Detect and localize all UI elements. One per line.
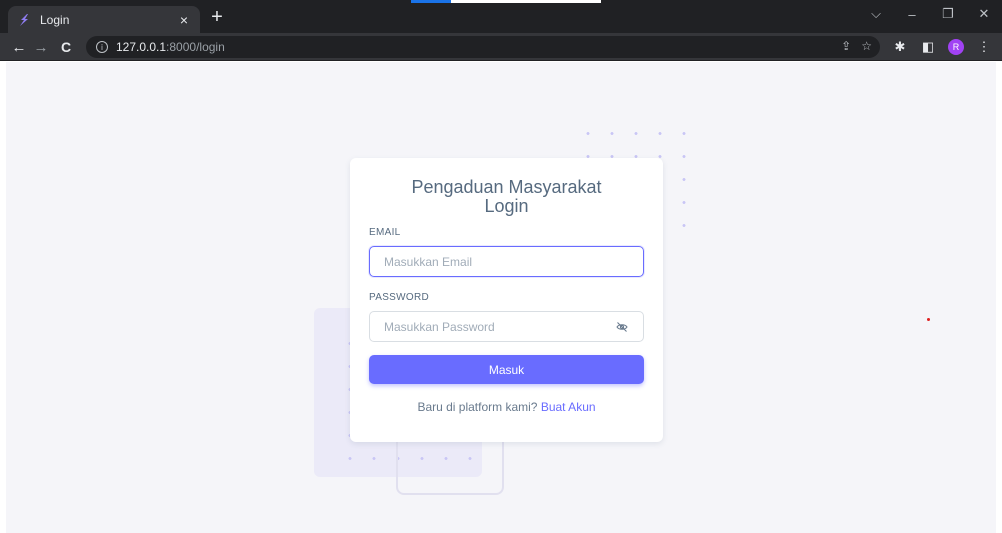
- profile-avatar[interactable]: R: [948, 39, 964, 55]
- signup-prompt: Baru di platform kami? Buat Akun: [369, 400, 644, 414]
- create-account-link[interactable]: Buat Akun: [541, 400, 596, 414]
- page-title: Pengaduan Masyarakat Login: [369, 178, 644, 216]
- cursor-dot: [927, 318, 930, 321]
- extensions-icon[interactable]: ✱: [892, 39, 908, 55]
- tab-title: Login: [40, 12, 70, 27]
- site-info-icon[interactable]: i: [96, 41, 108, 53]
- address-bar[interactable]: i 127.0.0.1 :8000/login ⇪ ☆: [86, 36, 880, 58]
- url-host: 127.0.0.1: [116, 40, 167, 54]
- eye-off-icon[interactable]: [615, 320, 629, 334]
- title-line-2: Login: [484, 196, 529, 216]
- tab-close-icon[interactable]: ×: [176, 12, 192, 28]
- password-label: PASSWORD: [369, 292, 429, 303]
- side-panel-icon[interactable]: ◧: [920, 39, 936, 55]
- title-bar: Login × + ⌵ – ❐ ✕: [0, 0, 1002, 33]
- tab-search-button[interactable]: ⌵: [858, 0, 894, 28]
- forward-button[interactable]: →: [30, 36, 52, 58]
- browser-tab[interactable]: Login ×: [8, 6, 200, 33]
- page-content: Pengaduan Masyarakat Login EMAIL Masukka…: [6, 62, 996, 533]
- back-button[interactable]: ←: [8, 36, 30, 58]
- close-window-button[interactable]: ✕: [966, 0, 1002, 28]
- loading-indicator: [411, 0, 601, 3]
- url-path: :8000/login: [166, 40, 225, 54]
- window-controls: ⌵ – ❐ ✕: [858, 0, 1002, 33]
- title-line-1: Pengaduan Masyarakat: [411, 177, 602, 197]
- new-tab-button[interactable]: +: [206, 7, 228, 29]
- email-label: EMAIL: [369, 227, 401, 238]
- bookmark-star-icon[interactable]: ☆: [861, 39, 872, 53]
- restore-button[interactable]: ❐: [930, 0, 966, 28]
- login-card: Pengaduan Masyarakat Login EMAIL Masukka…: [350, 158, 663, 442]
- browser-menu-icon[interactable]: ⋮: [976, 39, 992, 55]
- password-placeholder: Masukkan Password: [384, 319, 495, 334]
- minimize-button[interactable]: –: [894, 0, 930, 28]
- favicon-icon: [16, 12, 32, 28]
- omnibox-actions: ⇪ ☆: [841, 39, 872, 53]
- email-placeholder: Masukkan Email: [384, 254, 473, 269]
- share-icon[interactable]: ⇪: [841, 39, 851, 53]
- browser-window: Login × + ⌵ – ❐ ✕ ← → C i 127.0.0.1 :800…: [0, 0, 1002, 533]
- browser-toolbar: ← → C i 127.0.0.1 :8000/login ⇪ ☆ ✱ ◧ R …: [0, 33, 1002, 61]
- email-field[interactable]: Masukkan Email: [369, 246, 644, 277]
- password-field[interactable]: Masukkan Password: [369, 311, 644, 342]
- signup-prompt-text: Baru di platform kami?: [417, 400, 541, 414]
- toolbar-icons: ✱ ◧ R ⋮: [892, 36, 992, 58]
- login-button[interactable]: Masuk: [369, 355, 644, 384]
- reload-button[interactable]: C: [55, 36, 77, 58]
